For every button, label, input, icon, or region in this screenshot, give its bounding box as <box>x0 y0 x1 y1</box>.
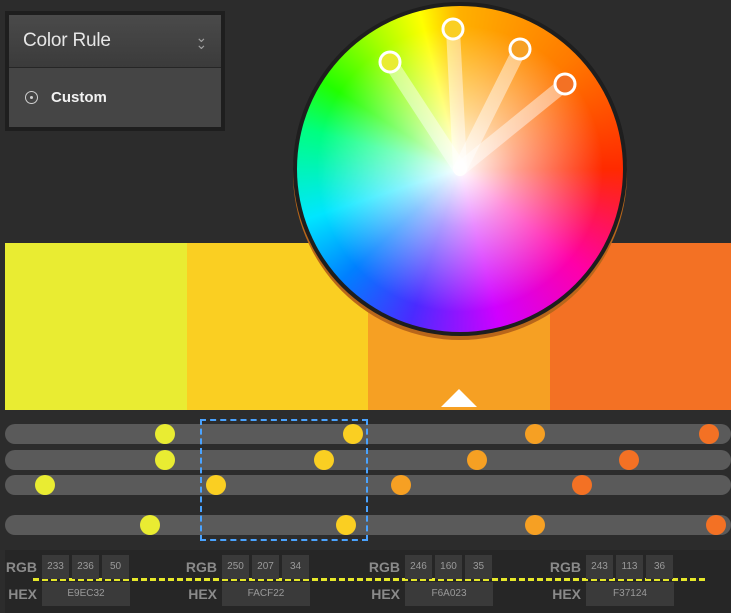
rgb-b-field[interactable]: 50 <box>102 555 129 579</box>
rgb-r-field[interactable]: 250 <box>222 555 249 579</box>
hex-label: HEX <box>8 586 37 602</box>
slider-handle-3-3[interactable] <box>390 475 411 495</box>
rgb-g-field[interactable]: 160 <box>435 555 462 579</box>
slider-handle-2-3[interactable] <box>466 450 487 470</box>
rgb-r-field[interactable]: 243 <box>586 555 613 579</box>
wheel-handle-1[interactable] <box>378 50 402 74</box>
color-value-group-3: RGB 246 160 35 HEX F6A023 <box>368 555 496 609</box>
rule-option-custom[interactable]: Custom <box>9 68 221 127</box>
slider-handle-3-1[interactable] <box>34 475 55 495</box>
rgb-label: RGB <box>5 559 37 575</box>
active-column-selection <box>200 419 368 541</box>
hex-field[interactable]: F6A023 <box>405 582 493 606</box>
slider-handle-4-3[interactable] <box>524 515 545 535</box>
rgb-b-field[interactable]: 34 <box>282 555 309 579</box>
rule-option-label: Custom <box>51 89 107 106</box>
slider-handle-1-1[interactable] <box>154 424 175 444</box>
rgb-b-field[interactable]: 35 <box>465 555 492 579</box>
chevron-double-down-icon[interactable]: ⌄ ⌄ <box>195 30 207 51</box>
rgb-b-field[interactable]: 36 <box>646 555 673 579</box>
slider-handle-1-3[interactable] <box>524 424 545 444</box>
color-rule-dropdown[interactable]: Color Rule ⌄ ⌄ <box>9 15 221 68</box>
color-value-group-4: RGB 243 113 36 HEX F37124 <box>549 555 677 609</box>
radio-icon[interactable] <box>25 91 38 104</box>
slider-group <box>5 424 731 544</box>
color-wheel-disc[interactable] <box>297 6 623 332</box>
rgb-g-field[interactable]: 207 <box>252 555 279 579</box>
hex-field[interactable]: E9EC32 <box>42 582 130 606</box>
slider-track-1[interactable] <box>5 424 731 444</box>
color-rule-title: Color Rule <box>23 30 111 51</box>
hex-label: HEX <box>371 586 400 602</box>
rgb-label: RGB <box>185 559 217 575</box>
rgb-g-field[interactable]: 236 <box>72 555 99 579</box>
slider-handle-2-1[interactable] <box>154 450 175 470</box>
color-value-group-1: RGB 233 236 50 HEX E9EC32 <box>5 555 133 609</box>
rgb-g-field[interactable]: 113 <box>616 555 643 579</box>
rgb-label: RGB <box>368 559 400 575</box>
color-values-panel: RGB 233 236 50 HEX E9EC32 RGB 250 207 34 HEX FACF22… <box>5 550 731 613</box>
wheel-handle-3[interactable] <box>508 37 532 61</box>
hex-field[interactable]: F37124 <box>586 582 674 606</box>
color-wheel[interactable] <box>293 2 627 336</box>
rgb-r-field[interactable]: 233 <box>42 555 69 579</box>
slider-track-3[interactable] <box>5 475 731 495</box>
color-value-group-2: RGB 250 207 34 HEX FACF22 <box>185 555 313 609</box>
rgb-r-field[interactable]: 246 <box>405 555 432 579</box>
wheel-handle-2[interactable] <box>441 17 465 41</box>
color-rule-panel: Color Rule ⌄ ⌄ Custom <box>5 11 225 131</box>
slider-track-4[interactable] <box>5 515 731 535</box>
rgb-label: RGB <box>549 559 581 575</box>
hex-label: HEX <box>552 586 581 602</box>
hex-label: HEX <box>188 586 217 602</box>
handle-spoke-2 <box>446 22 467 176</box>
wheel-handle-4[interactable] <box>553 72 577 96</box>
wheel-handles[interactable] <box>297 6 623 332</box>
swatch-1[interactable] <box>5 243 187 410</box>
active-swatch-pointer <box>441 389 477 407</box>
hex-field[interactable]: FACF22 <box>222 582 310 606</box>
